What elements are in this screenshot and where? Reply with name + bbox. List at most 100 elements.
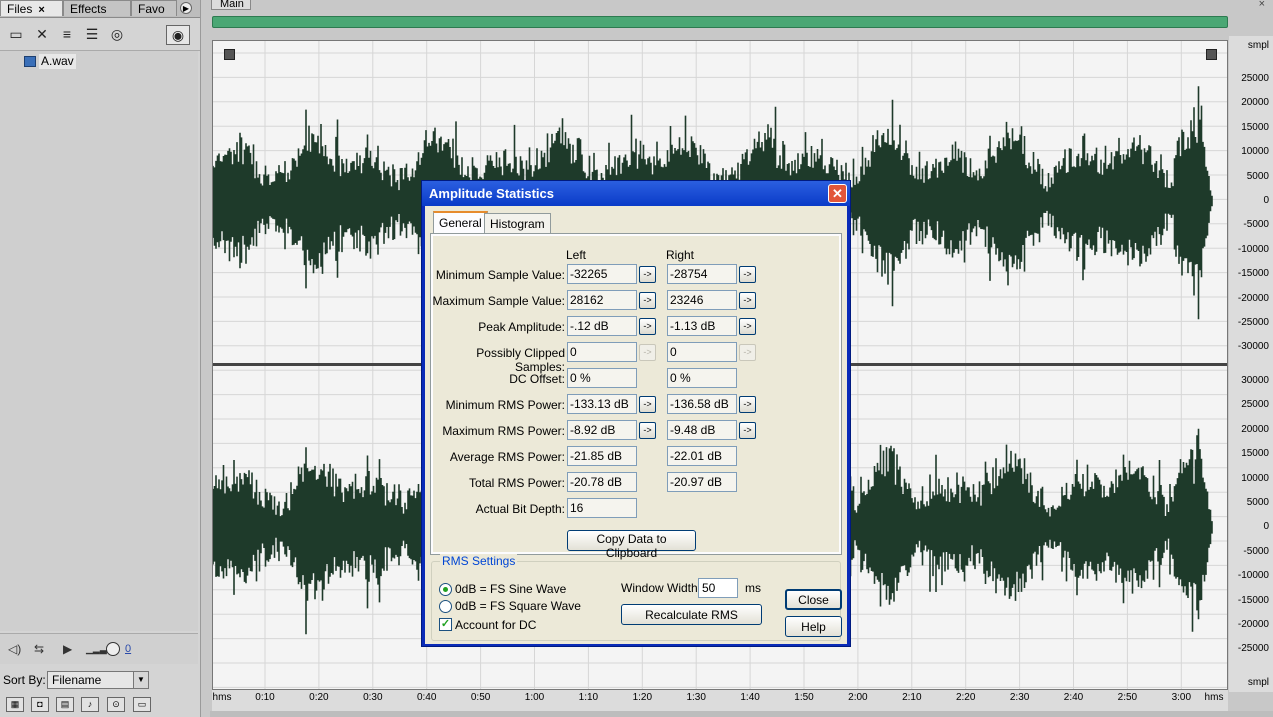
amplitude-tick-label: -5000	[1243, 219, 1269, 231]
volume-knob[interactable]	[106, 642, 120, 656]
list-item[interactable]: A.wav	[24, 54, 76, 69]
window-width-label: Window Width:	[621, 581, 702, 595]
video-icon[interactable]: ▤	[56, 697, 74, 712]
fade-in-handle[interactable]	[224, 49, 235, 60]
close-icon[interactable]: ✕	[828, 184, 847, 203]
tab-general[interactable]: General	[433, 211, 488, 234]
close-icon[interactable]: ×	[38, 4, 44, 16]
autoplay-icon[interactable]: ◎	[108, 25, 126, 43]
goto-right-button[interactable]: ->	[739, 318, 756, 335]
goto-right-button[interactable]: ->	[739, 422, 756, 439]
tab-main[interactable]: Main	[211, 0, 251, 10]
amplitude-tick-label: 10000	[1241, 472, 1269, 484]
time-ruler: hms 0:10 0:20 0:30 0:40 0:50 1:00 1:10 1:20 1:30 1…	[212, 690, 1228, 712]
file-list: A.wav	[0, 51, 198, 631]
tab-files[interactable]: Files ×	[0, 0, 63, 16]
time-tick-label: 2:50	[1117, 692, 1138, 703]
amplitude-statistics-dialog: Amplitude Statistics ✕ General Histogram…	[421, 180, 851, 647]
play-icon[interactable]: ▶	[63, 642, 72, 656]
close-file-icon[interactable]: ✕	[33, 25, 51, 43]
goto-left-button[interactable]: ->	[639, 344, 656, 361]
account-dc-label[interactable]: Account for DC	[455, 618, 536, 632]
tab-favorites[interactable]: Favo	[131, 0, 177, 16]
time-tick-label: 2:10	[902, 692, 922, 703]
scroll-strip[interactable]	[210, 711, 1273, 717]
open-file-icon[interactable]: ▭	[7, 25, 25, 43]
time-tick-label: 0:40	[416, 692, 437, 703]
sine-wave-radio[interactable]	[439, 583, 452, 596]
loop-icon[interactable]: ⇆	[34, 642, 44, 656]
stat-left-value: -.12 dB	[567, 316, 637, 336]
time-tick-label: 2:20	[955, 692, 976, 703]
amplitude-tick-label: -15000	[1237, 594, 1269, 606]
goto-left-button[interactable]: ->	[639, 292, 656, 309]
stat-left-value: 16	[567, 498, 637, 518]
chevron-down-icon[interactable]: ▼	[133, 672, 148, 688]
full-path-icon[interactable]: ▭	[133, 697, 151, 712]
goto-left-button[interactable]: ->	[639, 266, 656, 283]
close-icon[interactable]: ×	[1259, 0, 1265, 10]
goto-left-button[interactable]: ->	[639, 422, 656, 439]
close-button[interactable]: Close	[785, 589, 842, 610]
show-preview-icon[interactable]: ◉	[166, 25, 190, 45]
amplitude-tick-label: 15000	[1241, 448, 1269, 460]
speaker-icon[interactable]: ◁)	[8, 642, 21, 656]
column-left: Left	[566, 248, 587, 262]
amplitude-tick-label: -10000	[1237, 570, 1269, 582]
preview-controls: ◁) ⇆ ▶ ▁▂▃ 0	[0, 633, 198, 664]
square-wave-radio[interactable]	[439, 600, 452, 613]
stat-left-value: -8.92 dB	[567, 420, 637, 440]
help-button[interactable]: Help	[785, 616, 842, 637]
square-wave-label[interactable]: 0dB = FS Square Wave	[455, 599, 581, 613]
time-tick-label: hms	[212, 692, 232, 703]
stat-label: Possibly Clipped Samples:	[476, 346, 565, 374]
tab-main-label: Main	[220, 0, 244, 10]
stat-label: Peak Amplitude:	[478, 320, 565, 334]
tab-effects[interactable]: Effects	[63, 0, 131, 16]
files-toolbar: ▭ ✕ ≡ ☰ ◎ ◉	[0, 18, 200, 51]
dialog-title: Amplitude Statistics ✕	[422, 181, 850, 206]
goto-left-button[interactable]: ->	[639, 318, 656, 335]
volume-value[interactable]: 0	[125, 643, 131, 655]
sort-by-value: Filename	[52, 673, 102, 687]
time-tick-label: 0:20	[309, 692, 329, 703]
account-dc-checkbox[interactable]: ✓	[439, 618, 452, 631]
goto-right-button[interactable]: ->	[739, 266, 756, 283]
show-icon[interactable]: ⊙	[107, 697, 125, 712]
time-tick-label: hms	[1204, 692, 1224, 703]
sine-wave-label[interactable]: 0dB = FS Sine Wave	[455, 582, 566, 596]
fade-out-handle[interactable]	[1206, 49, 1217, 60]
amplitude-tick-label: -30000	[1237, 341, 1269, 353]
sort-by-select[interactable]: Filename ▼	[47, 671, 149, 689]
goto-right-button[interactable]: ->	[739, 344, 756, 361]
ruler-unit-bottom: smpl	[1247, 677, 1269, 688]
amplitude-tick-label: -25000	[1237, 643, 1269, 655]
stat-right-value: -22.01 dB	[667, 446, 737, 466]
copy-to-clipboard-button[interactable]: Copy Data to Clipboard	[567, 530, 696, 560]
overview-bar[interactable]	[212, 16, 1228, 28]
amplitude-tick-label: 5000	[1246, 497, 1269, 508]
audio-files-icon[interactable]: ▦	[6, 697, 24, 712]
stat-left-value: 0 %	[567, 368, 637, 388]
play-right-icon[interactable]: ▶	[180, 2, 192, 14]
midi-icon[interactable]: ♪	[81, 697, 99, 712]
goto-right-button[interactable]: ->	[739, 396, 756, 413]
stat-right-value: -1.13 dB	[667, 316, 737, 336]
insert-multitrack-icon[interactable]: ≡	[58, 25, 76, 43]
general-tab-page: Left Right Minimum Sample Value: -32265 -2…	[430, 233, 842, 560]
goto-right-button[interactable]: ->	[739, 292, 756, 309]
time-tick-label: 0:30	[363, 692, 383, 703]
goto-left-button[interactable]: ->	[639, 396, 656, 413]
time-tick-label: 1:20	[632, 692, 653, 703]
amplitude-tick-label: -25000	[1237, 317, 1269, 328]
time-tick-label: 1:40	[740, 692, 760, 703]
loop-icon[interactable]: ◘	[31, 697, 49, 712]
amplitude-tick-label: -15000	[1237, 268, 1269, 280]
window-width-input[interactable]: 50	[698, 578, 738, 598]
insert-cd-icon[interactable]: ☰	[83, 25, 101, 43]
stat-left-value: 28162	[567, 290, 637, 310]
amplitude-tick-label: 20000	[1241, 97, 1269, 109]
tab-files-label: Files	[7, 2, 33, 16]
recalculate-rms-button[interactable]: Recalculate RMS	[621, 604, 762, 625]
tab-histogram[interactable]: Histogram	[484, 213, 551, 233]
